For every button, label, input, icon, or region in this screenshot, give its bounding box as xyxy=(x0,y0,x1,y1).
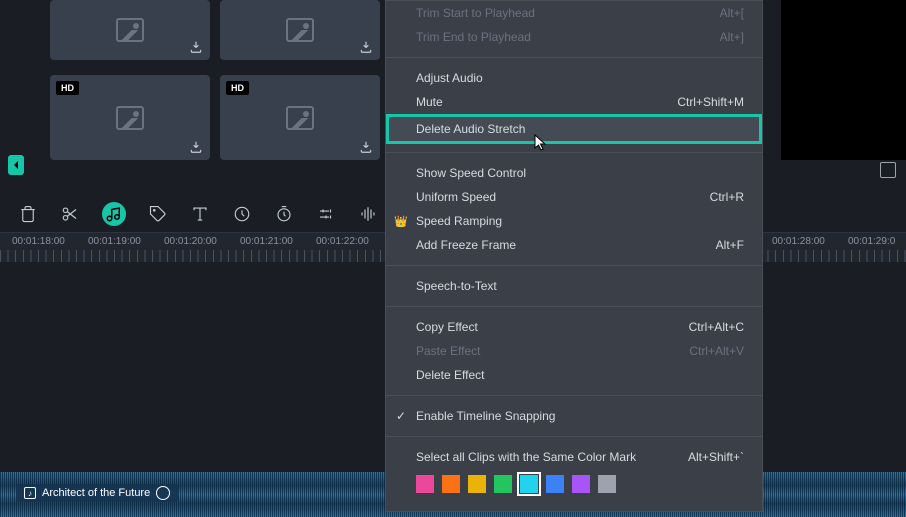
menu-item-trim-end[interactable]: Trim End to Playhead Alt+] xyxy=(386,25,762,49)
hd-badge: HD xyxy=(56,81,79,95)
color-swatch-green[interactable] xyxy=(494,475,512,493)
premium-crown-icon: 👑 xyxy=(394,215,408,228)
menu-item-delete-audio-stretch[interactable]: Delete Audio Stretch xyxy=(386,114,762,144)
snapshot-button[interactable] xyxy=(880,162,896,178)
menu-separator xyxy=(386,57,762,58)
marker-button[interactable] xyxy=(148,204,168,224)
music-note-icon: ♪ xyxy=(24,487,36,499)
preview-controls xyxy=(880,162,896,178)
timeline-toolbar xyxy=(18,202,378,226)
timecode-label: 00:01:18:00 xyxy=(12,236,88,247)
menu-separator xyxy=(386,265,762,266)
audio-stretch-button[interactable] xyxy=(102,202,126,226)
menu-item-add-freeze-frame[interactable]: Add Freeze Frame Alt+F xyxy=(386,233,762,257)
timecode-label: 00:01:29:0 xyxy=(848,236,906,247)
audio-effect-indicator-icon xyxy=(156,486,170,500)
menu-item-adjust-audio[interactable]: Adjust Audio xyxy=(386,66,762,90)
settings-button[interactable] xyxy=(316,204,336,224)
media-thumbnail[interactable]: HD xyxy=(220,75,380,160)
menu-separator xyxy=(386,436,762,437)
download-icon[interactable] xyxy=(188,139,204,155)
timecode-label: 00:01:20:00 xyxy=(164,236,240,247)
menu-item-uniform-speed[interactable]: Uniform Speed Ctrl+R xyxy=(386,185,762,209)
timecode-label: 00:01:21:00 xyxy=(240,236,316,247)
image-placeholder-icon xyxy=(286,106,314,130)
context-menu: Trim Start to Playhead Alt+[ Trim End to… xyxy=(385,0,763,512)
color-swatch-orange[interactable] xyxy=(442,475,460,493)
download-icon[interactable] xyxy=(188,39,204,55)
delete-button[interactable] xyxy=(18,204,38,224)
menu-item-mute[interactable]: Mute Ctrl+Shift+M xyxy=(386,90,762,114)
media-thumbnail[interactable] xyxy=(50,0,210,60)
preview-monitor xyxy=(781,0,906,160)
timecode-label: 00:01:28:00 xyxy=(772,236,848,247)
timecode-label: 00:01:19:00 xyxy=(88,236,164,247)
audio-clip-title: Architect of the Future xyxy=(42,487,150,499)
image-placeholder-icon xyxy=(116,106,144,130)
menu-separator xyxy=(386,395,762,396)
mouse-cursor-icon xyxy=(534,134,548,152)
menu-item-delete-effect[interactable]: Delete Effect xyxy=(386,363,762,387)
color-swatch-row xyxy=(386,469,762,495)
menu-item-trim-start[interactable]: Trim Start to Playhead Alt+[ xyxy=(386,1,762,25)
color-swatch-gray[interactable] xyxy=(598,475,616,493)
audio-clip-label: ♪ Architect of the Future xyxy=(16,484,178,502)
color-swatch-cyan[interactable] xyxy=(520,475,538,493)
audio-mixer-button[interactable] xyxy=(358,204,378,224)
timecode-label: 00:01:22:00 xyxy=(316,236,392,247)
menu-item-copy-effect[interactable]: Copy Effect Ctrl+Alt+C xyxy=(386,315,762,339)
menu-item-speed-ramping[interactable]: 👑 Speed Ramping xyxy=(386,209,762,233)
menu-item-enable-snapping[interactable]: ✓ Enable Timeline Snapping xyxy=(386,404,762,428)
download-icon[interactable] xyxy=(358,39,374,55)
image-placeholder-icon xyxy=(286,18,314,42)
menu-separator xyxy=(386,306,762,307)
download-icon[interactable] xyxy=(358,139,374,155)
media-browser-panel: HD HD xyxy=(40,0,390,165)
text-button[interactable] xyxy=(190,204,210,224)
menu-item-speech-to-text[interactable]: Speech-to-Text xyxy=(386,274,762,298)
collapse-panel-button[interactable] xyxy=(8,155,24,175)
color-swatch-blue[interactable] xyxy=(546,475,564,493)
menu-item-paste-effect[interactable]: Paste Effect Ctrl+Alt+V xyxy=(386,339,762,363)
color-swatch-purple[interactable] xyxy=(572,475,590,493)
color-swatch-pink[interactable] xyxy=(416,475,434,493)
color-swatch-yellow[interactable] xyxy=(468,475,486,493)
media-thumbnail[interactable] xyxy=(220,0,380,60)
menu-item-select-color-clips[interactable]: Select all Clips with the Same Color Mar… xyxy=(386,445,762,469)
split-button[interactable] xyxy=(60,204,80,224)
speed-button[interactable] xyxy=(232,204,252,224)
hd-badge: HD xyxy=(226,81,249,95)
image-placeholder-icon xyxy=(116,18,144,42)
duration-button[interactable] xyxy=(274,204,294,224)
media-thumbnail[interactable]: HD xyxy=(50,75,210,160)
checkmark-icon: ✓ xyxy=(396,409,406,423)
menu-separator xyxy=(386,152,762,153)
menu-item-show-speed-control[interactable]: Show Speed Control xyxy=(386,161,762,185)
